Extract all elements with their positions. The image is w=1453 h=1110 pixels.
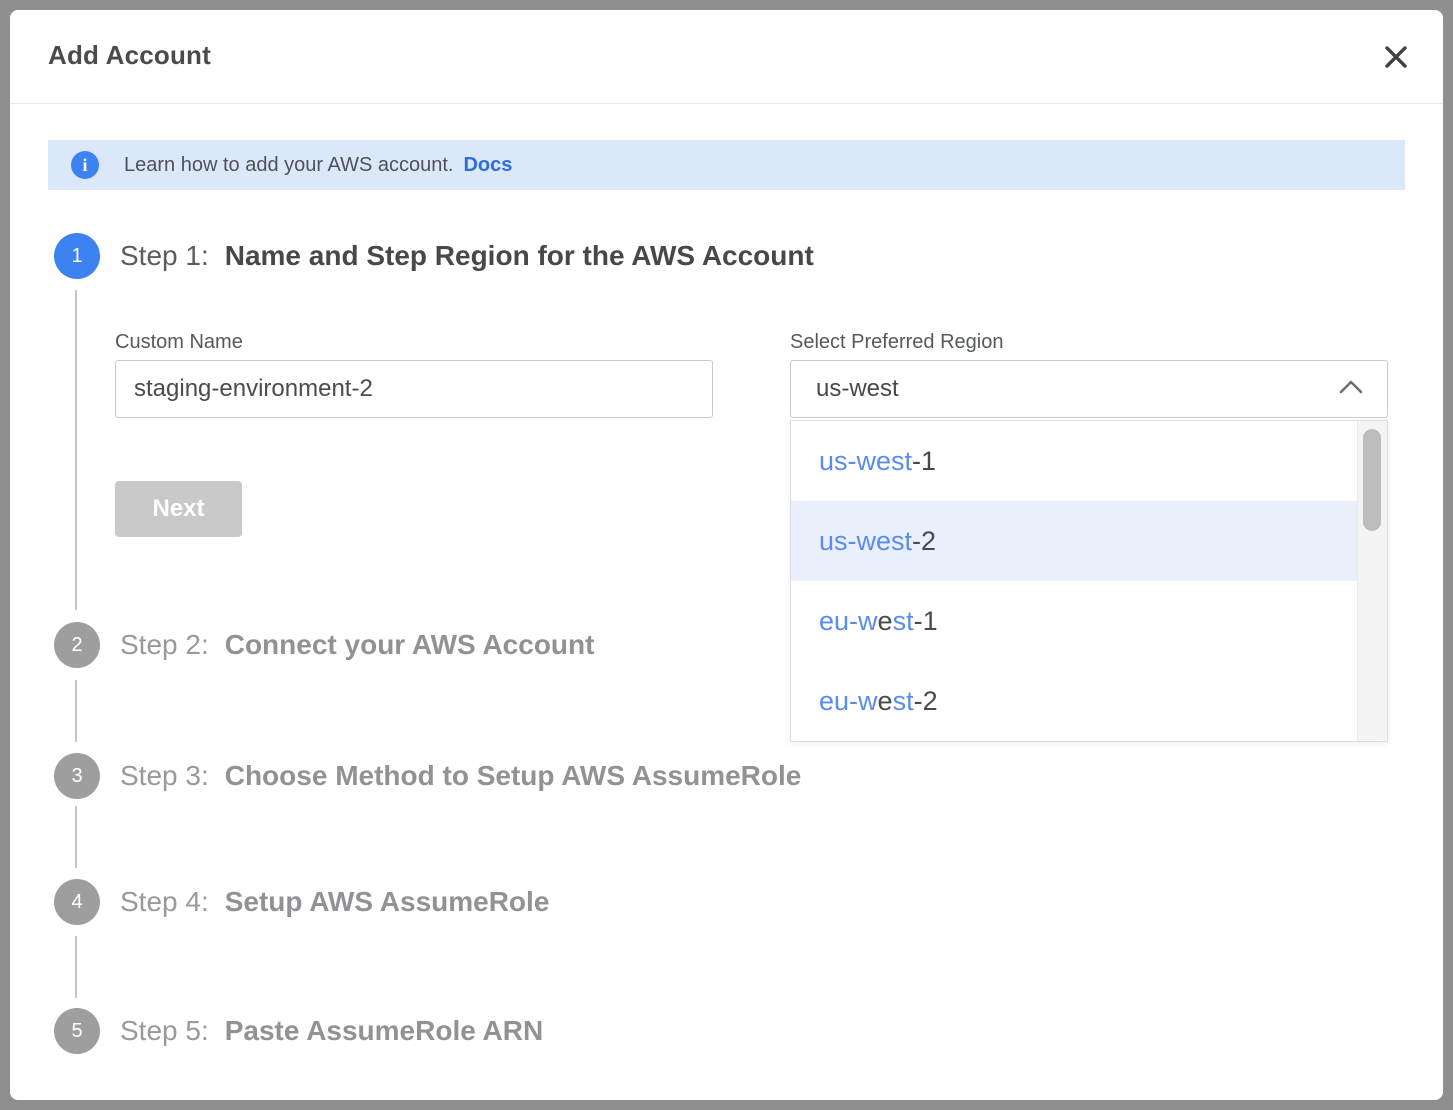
dialog-header: Add Account (10, 10, 1443, 104)
step-1-number-badge: 1 (54, 233, 100, 279)
option-rest-text: e (878, 686, 893, 717)
option-rest-text: -1 (912, 446, 936, 477)
step-3-label: Step 3: (120, 760, 209, 792)
step-4-number-badge: 4 (54, 879, 100, 925)
dropdown-scrollbar[interactable] (1357, 421, 1387, 741)
region-input[interactable] (790, 360, 1388, 418)
option-match-text: st (893, 686, 914, 717)
option-rest-text: e (878, 606, 893, 637)
step-2-number-badge: 2 (54, 622, 100, 668)
step-5-title: Paste AssumeRole ARN (225, 1015, 543, 1047)
step-3-header: 3 Step 3: Choose Method to Setup AWS Ass… (54, 753, 801, 799)
step-connector-line (75, 806, 77, 868)
option-rest-text: -2 (914, 686, 938, 717)
close-icon (1383, 44, 1409, 73)
option-match-text: eu-w (819, 686, 878, 717)
step-5-header: 5 Step 5: Paste AssumeRole ARN (54, 1008, 543, 1054)
step-2-label: Step 2: (120, 629, 209, 661)
step-1-header: 1 Step 1: Name and Step Region for the A… (54, 233, 814, 279)
add-account-dialog: Add Account i Learn how to add your AWS … (10, 10, 1443, 1100)
docs-link[interactable]: Docs (463, 154, 512, 177)
dropdown-option-eu-west-1[interactable]: eu-west-1 (791, 581, 1357, 661)
dropdown-option-us-west-1[interactable]: us-west-1 (791, 421, 1357, 501)
step-2-header: 2 Step 2: Connect your AWS Account (54, 622, 594, 668)
step-connector-line (75, 290, 77, 610)
custom-name-input[interactable] (115, 360, 713, 418)
option-match-text: us-west (819, 526, 912, 557)
option-rest-text: -1 (914, 606, 938, 637)
region-combobox[interactable] (790, 360, 1388, 418)
option-rest-text: -2 (912, 526, 936, 557)
step-4-title: Setup AWS AssumeRole (225, 886, 550, 918)
step-3-number-badge: 3 (54, 753, 100, 799)
step-3-title: Choose Method to Setup AWS AssumeRole (225, 760, 802, 792)
step-5-label: Step 5: (120, 1015, 209, 1047)
step-connector-line (75, 936, 77, 998)
close-button[interactable] (1379, 41, 1413, 75)
step-1-title: Name and Step Region for the AWS Account (225, 240, 814, 272)
info-banner: i Learn how to add your AWS account. Doc… (48, 140, 1405, 190)
option-match-text: st (893, 606, 914, 637)
dropdown-scrollbar-thumb[interactable] (1363, 429, 1381, 531)
dialog-title: Add Account (48, 40, 211, 71)
step-4-label: Step 4: (120, 886, 209, 918)
custom-name-label: Custom Name (115, 331, 243, 354)
step-2-title: Connect your AWS Account (225, 629, 595, 661)
next-button[interactable]: Next (115, 481, 242, 537)
dropdown-option-us-west-2[interactable]: us-west-2 (791, 501, 1357, 581)
region-dropdown-panel: us-west-1us-west-2eu-west-1eu-west-2 (790, 420, 1388, 742)
step-connector-line (75, 680, 77, 742)
step-1-label: Step 1: (120, 240, 209, 272)
region-label: Select Preferred Region (790, 331, 1003, 354)
option-match-text: us-west (819, 446, 912, 477)
dropdown-option-eu-west-2[interactable]: eu-west-2 (791, 661, 1357, 741)
step-4-header: 4 Step 4: Setup AWS AssumeRole (54, 879, 549, 925)
info-icon: i (71, 151, 99, 179)
banner-text: Learn how to add your AWS account. (124, 154, 453, 177)
region-dropdown-list: us-west-1us-west-2eu-west-1eu-west-2 (791, 421, 1357, 741)
step-5-number-badge: 5 (54, 1008, 100, 1054)
option-match-text: eu-w (819, 606, 878, 637)
